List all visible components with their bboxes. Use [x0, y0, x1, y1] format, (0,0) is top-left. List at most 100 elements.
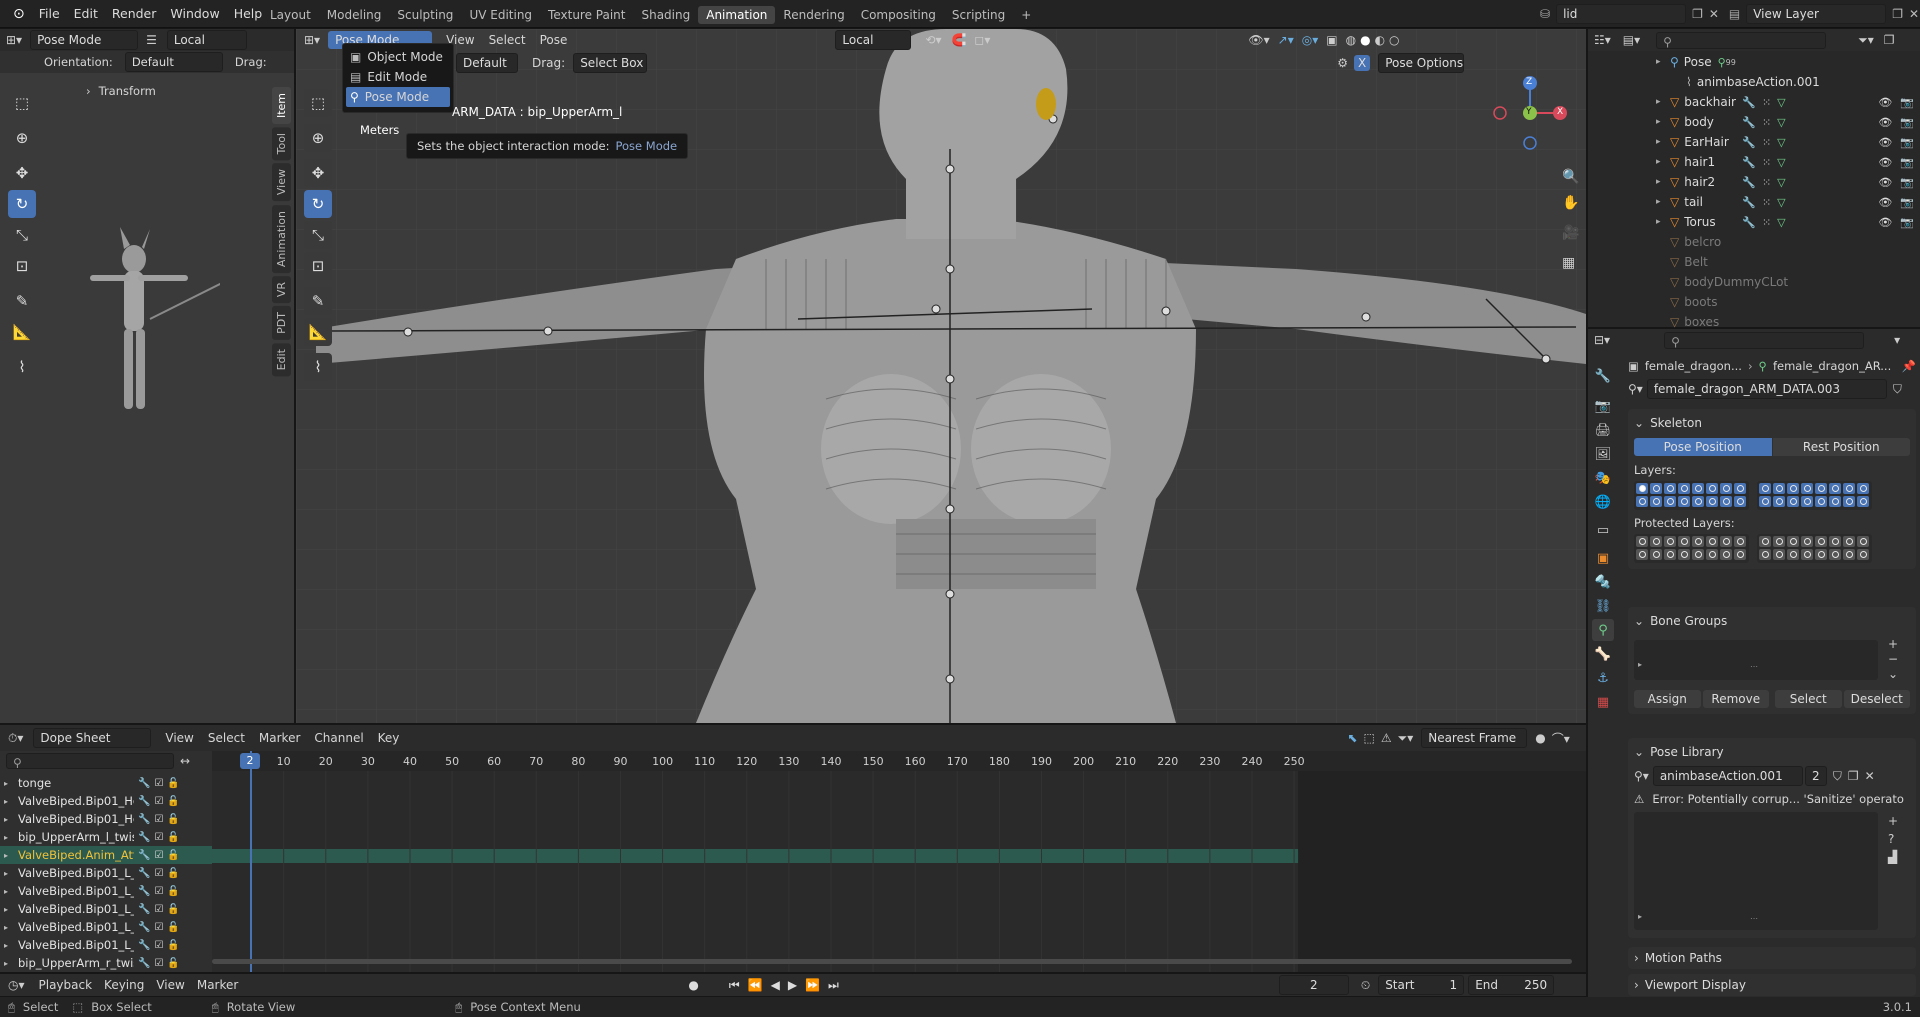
bone-props-icon[interactable]: 🦴 — [1592, 643, 1614, 665]
action-unlink-icon[interactable]: ✕ — [1865, 769, 1875, 783]
gizmo-toggle-icon[interactable]: ↗▾ — [1278, 33, 1294, 47]
channel-lock-icon[interactable]: 🔓 — [167, 958, 179, 969]
channel-lock-icon[interactable]: 🔓 — [167, 778, 179, 789]
pose-options-button[interactable]: Pose Options — [1378, 53, 1465, 73]
channel-expand-icon[interactable]: ▸ — [4, 887, 18, 896]
action-duplicate-icon[interactable]: ❐ — [1848, 769, 1859, 783]
pose-library-action-field[interactable]: animbaseAction.001 — [1652, 766, 1803, 786]
protected-grid-left[interactable] — [1634, 534, 1749, 563]
outliner-row[interactable]: ▸ ▽ tail 🔧 ⁙ ▽ 👁 📷 — [1656, 192, 1920, 212]
pose-position-button[interactable]: Pose Position — [1634, 438, 1772, 456]
frame-ruler[interactable]: 10 20 30 40 50 60 70 80 90 100 110 120 130 140 150 160 1… — [212, 751, 1586, 771]
main-select-box-tool[interactable]: ⬚ — [304, 89, 332, 117]
pose-help-icon[interactable]: ? — [1888, 830, 1898, 848]
left-orientation-default[interactable]: Default — [124, 52, 223, 72]
view-layer-props-icon[interactable]: 🖼 — [1592, 443, 1614, 465]
action-fake-user-icon[interactable]: ⛉ — [1833, 769, 1842, 784]
channel-lock-icon[interactable]: 🔓 — [167, 922, 179, 933]
tab-scripting[interactable]: Scripting — [944, 6, 1013, 24]
breadcrumb-armature[interactable]: female_dragon_AR... — [1773, 359, 1891, 373]
channel-mute-checkbox[interactable]: ☑ — [154, 904, 163, 915]
proportional-icon[interactable]: ◻▾ — [974, 33, 990, 47]
deselect-button[interactable]: Deselect — [1843, 690, 1910, 708]
zoom-icon[interactable]: 🔍 — [1562, 169, 1584, 195]
channel-row[interactable]: ▸ValveBiped.Bip01_Hea 🔧 ☑ 🔓 — [0, 792, 212, 810]
channel-modifier-icon[interactable]: 🔧 — [138, 850, 150, 861]
channel-mute-checkbox[interactable]: ☑ — [154, 850, 163, 861]
dopesheet-menu-marker[interactable]: Marker — [259, 731, 300, 745]
horizontal-scrollbar[interactable] — [212, 959, 1586, 967]
channel-modifier-icon[interactable]: 🔧 — [138, 886, 150, 897]
outliner-row[interactable]: ▸ ▽ body 🔧 ⁙ ▽ 👁 📷 — [1656, 112, 1920, 132]
sidebar-tab-animation[interactable]: Animation — [272, 204, 291, 273]
channel-row[interactable]: ▸ValveBiped.Anim_Attac 🔧 ☑ 🔓 — [0, 846, 212, 864]
camera-render-icon[interactable]: 📷 — [1900, 176, 1914, 189]
viewport-menu-pose[interactable]: Pose — [540, 33, 568, 47]
outliner-row[interactable]: ▽ boots — [1656, 292, 1920, 312]
channel-lock-icon[interactable]: 🔓 — [167, 940, 179, 951]
outliner-row[interactable]: ▸ ▽ backhair 🔧 ⁙ ▽ 👁 📷 — [1656, 92, 1920, 112]
rotate-tool[interactable]: ↻ — [8, 190, 36, 218]
menu-window[interactable]: Window — [163, 6, 226, 21]
channel-lock-icon[interactable]: 🔓 — [167, 886, 179, 897]
pose-library-header[interactable]: ⌄ Pose Library — [1634, 742, 1910, 762]
editor-type-icon[interactable]: ⊞▾ — [6, 33, 22, 47]
play-reverse-icon[interactable]: ◀ — [771, 978, 780, 992]
dopesheet-menu-key[interactable]: Key — [378, 731, 400, 745]
channel-expand-icon[interactable]: ▸ — [4, 851, 18, 860]
dopesheet-mode-select[interactable]: Dope Sheet — [33, 728, 152, 748]
eye-icon[interactable]: 👁 — [1878, 216, 1892, 229]
render-props-icon[interactable]: 📷 — [1592, 395, 1614, 417]
outliner-expand-icon[interactable]: ▸ — [1656, 157, 1670, 167]
bone-groups-header[interactable]: ⌄ Bone Groups — [1634, 611, 1910, 631]
channel-expand-icon[interactable]: ▸ — [4, 905, 18, 914]
properties-options-icon[interactable]: ▾ — [1894, 333, 1900, 347]
channel-lock-icon[interactable]: 🔓 — [167, 832, 179, 843]
channel-mute-checkbox[interactable]: ☑ — [154, 886, 163, 897]
main-bone-tool[interactable]: ⌇ — [304, 353, 332, 381]
channel-modifier-icon[interactable]: 🔧 — [138, 796, 150, 807]
outliner-new-collection-icon[interactable]: ❐ — [1884, 33, 1895, 47]
channel-modifier-icon[interactable]: 🔧 — [138, 940, 150, 951]
delete-scene-icon[interactable]: ✕ — [1709, 7, 1719, 21]
new-view-layer-icon[interactable]: ❐ — [1892, 7, 1903, 21]
eye-icon[interactable]: 👁 — [1878, 116, 1892, 129]
hamburger-icon[interactable]: ☰ — [146, 33, 157, 47]
channel-modifier-icon[interactable]: 🔧 — [138, 814, 150, 825]
view-layer-field[interactable]: View Layer — [1746, 4, 1887, 24]
playhead-frame-badge[interactable]: 2 — [240, 753, 260, 769]
channel-modifier-icon[interactable]: 🔧 — [138, 868, 150, 879]
constraints-props-icon[interactable]: ⛓ — [1592, 595, 1614, 617]
tab-modeling[interactable]: Modeling — [319, 6, 390, 24]
list-resize-icon[interactable]: ⋯ — [1750, 662, 1758, 671]
channel-lock-icon[interactable]: 🔓 — [167, 814, 179, 825]
texture-props-icon[interactable]: ▦ — [1592, 691, 1614, 713]
channel-expand-icon[interactable]: ▸ — [4, 779, 18, 788]
tab-compositing[interactable]: Compositing — [853, 6, 944, 24]
filter-icon[interactable]: ⏷▾ — [1398, 731, 1414, 746]
outliner-row[interactable]: ▸ ▽ Torus 🔧 ⁙ ▽ 👁 📷 — [1656, 212, 1920, 232]
main-orientation-default[interactable]: Default — [456, 53, 518, 73]
pivot-icon[interactable]: ⟲▾ — [925, 33, 941, 47]
action-browse-icon[interactable]: ⚲▾ — [1634, 769, 1649, 783]
move-tool[interactable]: ✥ — [8, 159, 36, 187]
channel-mute-checkbox[interactable]: ☑ — [154, 940, 163, 951]
bone-constraints-icon[interactable]: ⚓ — [1592, 667, 1614, 689]
channel-expand-icon[interactable]: ▸ — [4, 959, 18, 968]
perspective-grid-icon[interactable]: ▦ — [1562, 255, 1584, 281]
pose-apply-icon[interactable]: ▟ — [1888, 848, 1898, 866]
bone-groups-list[interactable]: ▸ ⋯ — [1634, 639, 1878, 680]
outliner-row[interactable]: ▽ Belt — [1656, 252, 1920, 272]
eye-icon[interactable]: 👁 — [1878, 176, 1892, 189]
channel-mute-checkbox[interactable]: ☑ — [154, 796, 163, 807]
new-scene-icon[interactable]: ❐ — [1692, 7, 1703, 21]
armature-data-browse-icon[interactable]: ⚲▾ — [1628, 382, 1643, 396]
eye-icon[interactable]: 👁 — [1878, 196, 1892, 209]
blender-logo-icon[interactable]: ⊙ — [6, 6, 32, 22]
left-mode-select[interactable]: Pose Mode — [30, 30, 139, 50]
channel-row[interactable]: ▸ValveBiped.Bip01_L_Sh 🔧 ☑ 🔓 — [0, 900, 212, 918]
menu-edit[interactable]: Edit — [67, 6, 105, 21]
camera-render-icon[interactable]: 📷 — [1900, 96, 1914, 109]
channel-modifier-icon[interactable]: 🔧 — [138, 958, 150, 969]
shading-wire-icon[interactable]: ◍ — [1346, 33, 1356, 47]
